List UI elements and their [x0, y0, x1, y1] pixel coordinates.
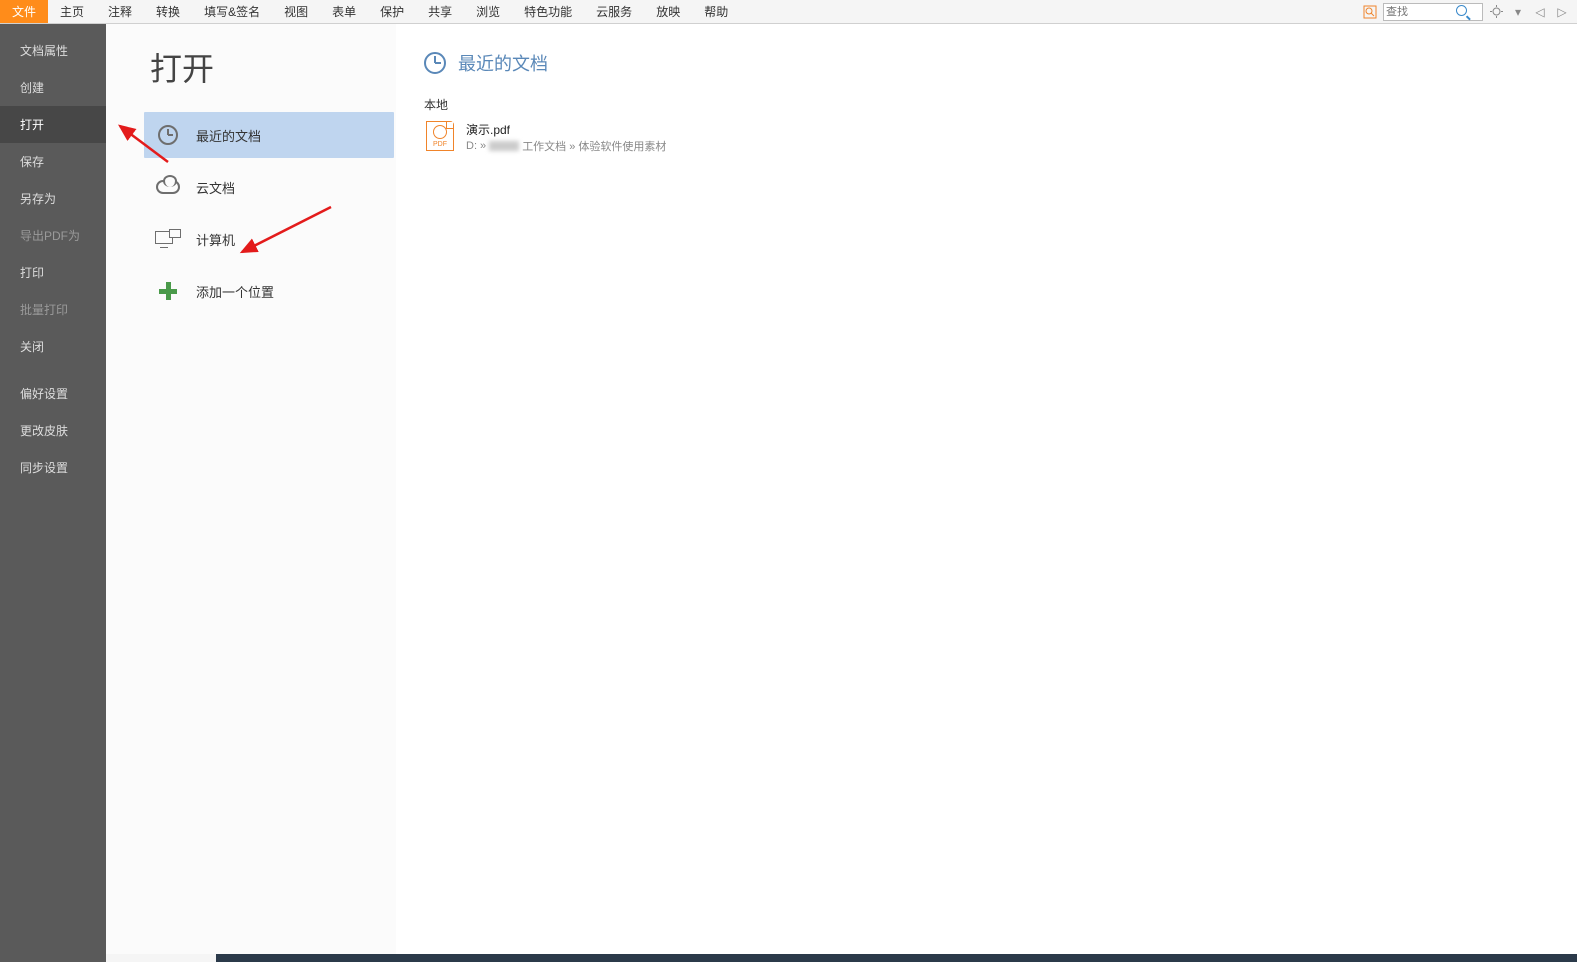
gear-dropdown-icon[interactable]: ▾: [1509, 3, 1527, 21]
clock-icon: [154, 121, 182, 149]
recent-heading-label: 最近的文档: [458, 50, 548, 76]
menu-tab-11[interactable]: 云服务: [584, 0, 644, 23]
menu-tab-4[interactable]: 填写&签名: [192, 0, 272, 23]
sidebar-item-12[interactable]: 同步设置: [0, 449, 106, 486]
menu-tab-10[interactable]: 特色功能: [512, 0, 584, 23]
sidebar-item-3[interactable]: 保存: [0, 143, 106, 180]
sidebar-item-1[interactable]: 创建: [0, 69, 106, 106]
menu-tab-9[interactable]: 浏览: [464, 0, 512, 23]
menu-tab-6[interactable]: 表单: [320, 0, 368, 23]
location-label: 添加一个位置: [196, 282, 274, 301]
sidebar-item-7: 批量打印: [0, 291, 106, 328]
menu-tab-12[interactable]: 放映: [644, 0, 692, 23]
search-options-icon[interactable]: [1361, 3, 1379, 21]
search-icon[interactable]: [1454, 4, 1472, 20]
status-strip: [106, 954, 1577, 962]
menu-tab-5[interactable]: 视图: [272, 0, 320, 23]
file-sidebar: 文档属性创建打开保存另存为导出PDF为打印批量打印关闭偏好设置更改皮肤同步设置: [0, 24, 106, 962]
menu-tab-13[interactable]: 帮助: [692, 0, 740, 23]
location-label: 计算机: [196, 230, 235, 249]
recent-group-label: 本地: [424, 96, 1557, 113]
recent-doc-0[interactable]: PDF 演示.pdfD: » 工作文档 » 体验软件使用素材: [424, 117, 1557, 158]
location-cloud[interactable]: 云文档: [144, 164, 394, 210]
sidebar-item-4[interactable]: 另存为: [0, 180, 106, 217]
open-locations-column: 打开 最近的文档云文档计算机添加一个位置: [106, 24, 396, 962]
clock-icon: [424, 52, 446, 74]
sidebar-item-5: 导出PDF为: [0, 217, 106, 254]
sidebar-item-8[interactable]: 关闭: [0, 328, 106, 365]
nav-forward-icon[interactable]: ▷: [1553, 3, 1571, 21]
page-title: 打开: [144, 44, 394, 90]
recent-documents-pane: 最近的文档 本地 PDF 演示.pdfD: » 工作文档 » 体验软件使用素材: [396, 24, 1577, 962]
pdf-file-icon: PDF: [426, 121, 454, 151]
menu-tab-1[interactable]: 主页: [48, 0, 96, 23]
sidebar-item-11[interactable]: 更改皮肤: [0, 412, 106, 449]
menu-tab-2[interactable]: 注释: [96, 0, 144, 23]
pc-icon: [154, 225, 182, 253]
doc-path: D: » 工作文档 » 体验软件使用素材: [466, 138, 666, 154]
sidebar-item-10[interactable]: 偏好设置: [0, 375, 106, 412]
menu-tab-3[interactable]: 转换: [144, 0, 192, 23]
sidebar-item-6[interactable]: 打印: [0, 254, 106, 291]
nav-back-icon[interactable]: ◁: [1531, 3, 1549, 21]
location-pc[interactable]: 计算机: [144, 216, 394, 262]
menu-tab-0[interactable]: 文件: [0, 0, 48, 23]
cloud-icon: [154, 173, 182, 201]
doc-info: 演示.pdfD: » 工作文档 » 体验软件使用素材: [466, 121, 666, 154]
location-clock[interactable]: 最近的文档: [144, 112, 394, 158]
search-input[interactable]: [1384, 6, 1454, 18]
sidebar-item-9: [0, 365, 106, 375]
search-box[interactable]: [1383, 3, 1483, 21]
sidebar-item-0[interactable]: 文档属性: [0, 32, 106, 69]
location-label: 云文档: [196, 178, 235, 197]
location-label: 最近的文档: [196, 126, 261, 145]
top-menubar: 文件主页注释转换填写&签名视图表单保护共享浏览特色功能云服务放映帮助 ▾ ◁ ▷: [0, 0, 1577, 24]
menu-tab-7[interactable]: 保护: [368, 0, 416, 23]
doc-title: 演示.pdf: [466, 121, 666, 138]
location-plus[interactable]: 添加一个位置: [144, 268, 394, 314]
sidebar-item-2[interactable]: 打开: [0, 106, 106, 143]
recent-heading: 最近的文档: [424, 50, 1557, 76]
plus-icon: [154, 277, 182, 305]
menu-tab-8[interactable]: 共享: [416, 0, 464, 23]
gear-icon[interactable]: [1487, 3, 1505, 21]
